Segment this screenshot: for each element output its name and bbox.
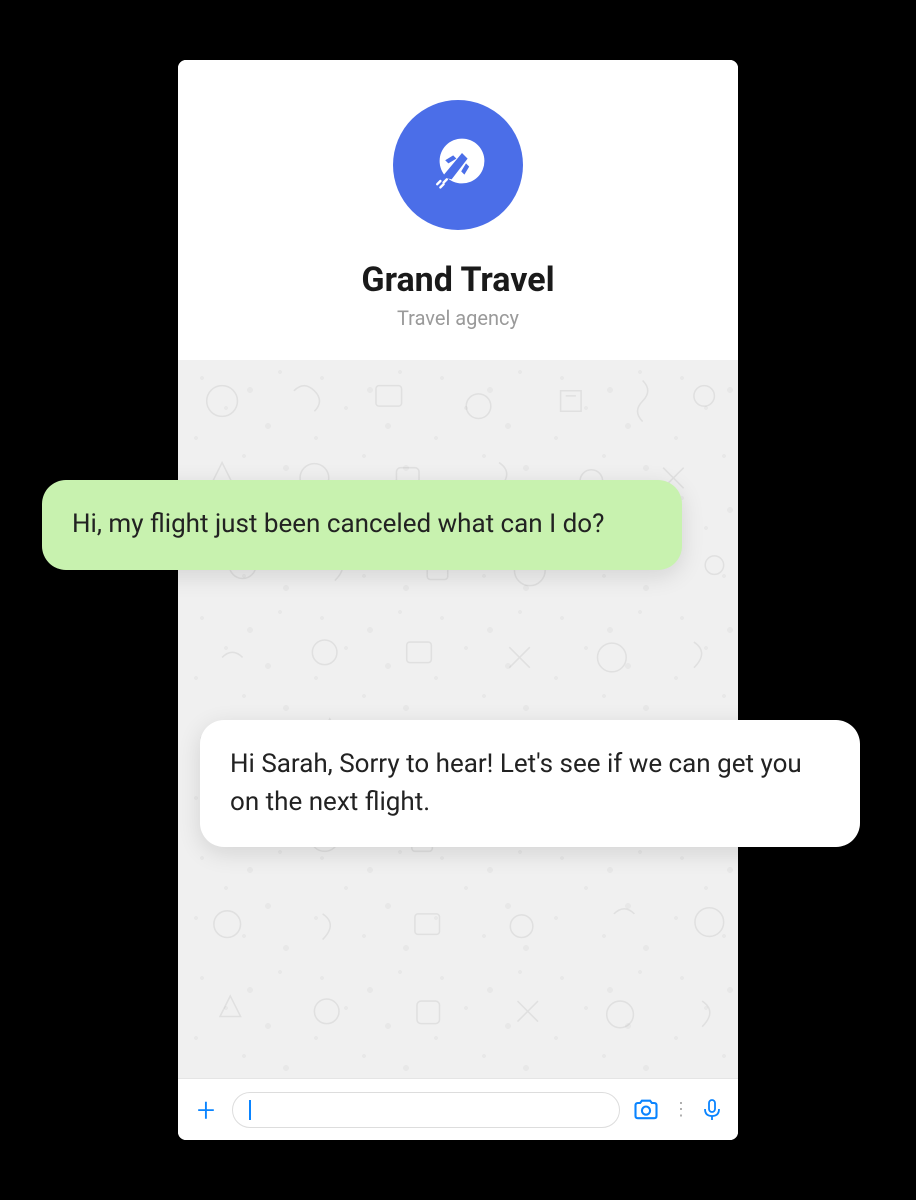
message-input[interactable]	[232, 1092, 620, 1128]
text-cursor	[249, 1100, 251, 1120]
camera-button[interactable]	[632, 1096, 660, 1124]
agent-message-text: Hi Sarah, Sorry to hear! Let's see if we…	[230, 749, 802, 817]
camera-icon	[632, 1096, 660, 1124]
microphone-icon	[700, 1096, 724, 1124]
attach-button[interactable]: +	[192, 1094, 220, 1126]
mic-button[interactable]	[700, 1096, 724, 1124]
airplane-icon	[418, 125, 498, 205]
business-name: Grand Travel	[361, 260, 554, 300]
chat-window: Grand Travel Travel agency	[178, 60, 738, 1140]
input-bar: + ⋮	[178, 1078, 738, 1140]
business-avatar[interactable]	[393, 100, 523, 230]
chat-header: Grand Travel Travel agency	[178, 60, 738, 360]
user-message-text: Hi, my flight just been canceled what ca…	[72, 509, 604, 539]
more-button[interactable]: ⋮	[672, 1099, 688, 1120]
background-pattern	[178, 360, 738, 1078]
agent-message-bubble: Hi Sarah, Sorry to hear! Let's see if we…	[200, 720, 860, 847]
chat-body[interactable]	[178, 360, 738, 1078]
user-message-bubble: Hi, my flight just been canceled what ca…	[42, 480, 682, 570]
business-type: Travel agency	[397, 306, 519, 330]
